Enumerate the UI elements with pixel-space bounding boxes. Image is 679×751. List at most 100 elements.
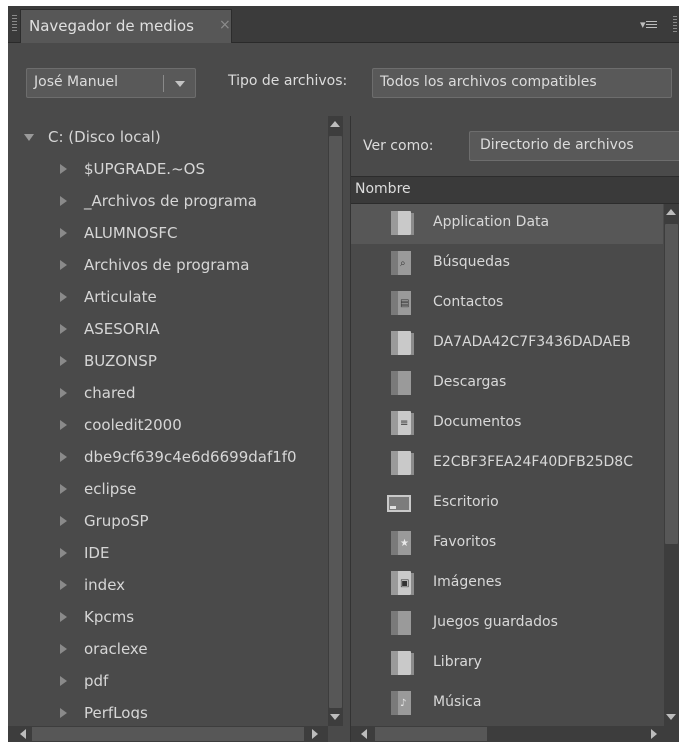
chevron-down-icon[interactable] xyxy=(175,81,185,87)
collapse-triangle-icon[interactable] xyxy=(60,676,67,686)
panel-menu-icon[interactable]: ▾ xyxy=(640,18,657,31)
tree-vertical-scrollbar[interactable] xyxy=(328,116,343,726)
view-as-label: Ver como: xyxy=(363,138,434,154)
collapse-triangle-icon[interactable] xyxy=(60,164,67,174)
list-item[interactable]: ★ Favoritos xyxy=(351,524,663,564)
tree-item[interactable]: Articulate xyxy=(8,284,328,316)
collapse-triangle-icon[interactable] xyxy=(60,644,67,654)
list-item[interactable]: Library xyxy=(351,644,663,684)
list-item[interactable]: ≡ Documentos xyxy=(351,404,663,444)
list-item-label: DA7ADA42C7F3436DADAEB xyxy=(433,334,631,350)
collapse-triangle-icon[interactable] xyxy=(60,484,67,494)
collapse-triangle-icon[interactable] xyxy=(60,548,67,558)
scrollbar-thumb[interactable] xyxy=(329,136,342,708)
favorites-folder-icon: ★ xyxy=(391,531,411,555)
tree-root[interactable]: C: (Disco local) xyxy=(8,124,328,156)
user-select[interactable]: José Manuel xyxy=(26,68,196,98)
tree-item[interactable]: dbe9cf639c4e6d6699daf1f0 xyxy=(8,444,328,476)
search-folder-icon: ⌕ xyxy=(391,251,411,275)
collapse-triangle-icon[interactable] xyxy=(60,452,67,462)
scroll-left-icon[interactable] xyxy=(361,729,367,739)
tree-item[interactable]: _Archivos de programa xyxy=(8,188,328,220)
tree-item[interactable]: GrupoSP xyxy=(8,508,328,540)
tree-item[interactable]: chared xyxy=(8,380,328,412)
collapse-triangle-icon[interactable] xyxy=(60,196,67,206)
file-list-horizontal-scrollbar[interactable] xyxy=(351,726,679,742)
tree-item-label: Articulate xyxy=(84,288,157,306)
media-browser-panel: Navegador de medios × ▾ José Manuel Tipo… xyxy=(8,6,679,742)
list-item[interactable]: Application Data xyxy=(351,204,663,244)
tree-item-label: ASESORIA xyxy=(84,320,160,338)
scroll-left-icon[interactable] xyxy=(20,729,26,739)
tree-item[interactable]: ASESORIA xyxy=(8,316,328,348)
list-item-label: Descargas xyxy=(433,374,507,390)
tree-item[interactable]: pdf xyxy=(8,668,328,700)
scrollbar-thumb[interactable] xyxy=(32,727,304,741)
scroll-right-icon[interactable] xyxy=(312,729,318,739)
tree-item-label: IDE xyxy=(84,544,110,562)
list-item[interactable]: Descargas xyxy=(351,364,663,404)
tree-item[interactable]: PerfLogs xyxy=(8,700,328,719)
panel-right-grip-icon[interactable] xyxy=(673,16,677,34)
collapse-triangle-icon[interactable] xyxy=(60,388,67,398)
file-list-vertical-scrollbar[interactable] xyxy=(664,204,679,726)
collapse-triangle-icon[interactable] xyxy=(60,420,67,430)
folder-tree: C: (Disco local) $UPGRADE.~OS _Archivos … xyxy=(8,116,350,719)
list-item[interactable]: ⌕ Búsquedas xyxy=(351,244,663,284)
scroll-right-icon[interactable] xyxy=(651,729,657,739)
collapse-triangle-icon[interactable] xyxy=(60,324,67,334)
tree-item-label: index xyxy=(84,576,126,594)
tree-item[interactable]: Kpcms xyxy=(8,604,328,636)
list-item[interactable]: ♪ Música xyxy=(351,684,663,718)
tree-root-label: C: (Disco local) xyxy=(48,128,161,146)
tree-item[interactable]: cooledit2000 xyxy=(8,412,328,444)
list-item-label: Library xyxy=(433,654,482,670)
file-type-select[interactable]: Todos los archivos compatibles xyxy=(372,68,672,98)
tree-item[interactable]: index xyxy=(8,572,328,604)
tree-item[interactable]: eclipse xyxy=(8,476,328,508)
tree-item-label: chared xyxy=(84,384,136,402)
expand-triangle-icon[interactable] xyxy=(24,134,34,141)
column-header-name[interactable]: Nombre xyxy=(351,176,679,204)
scroll-up-icon[interactable] xyxy=(666,209,676,215)
collapse-triangle-icon[interactable] xyxy=(60,292,67,302)
saved-games-folder-icon xyxy=(391,611,411,635)
collapse-triangle-icon[interactable] xyxy=(60,228,67,238)
collapse-triangle-icon[interactable] xyxy=(60,516,67,526)
scroll-up-icon[interactable] xyxy=(330,121,340,127)
tree-item[interactable]: oraclexe xyxy=(8,636,328,668)
tree-horizontal-scrollbar[interactable] xyxy=(8,726,328,742)
tree-item[interactable]: Archivos de programa xyxy=(8,252,328,284)
music-folder-icon: ♪ xyxy=(391,691,411,715)
scroll-down-icon[interactable] xyxy=(666,714,676,720)
collapse-triangle-icon[interactable] xyxy=(60,356,67,366)
tree-item[interactable]: BUZONSP xyxy=(8,348,328,380)
folder-icon xyxy=(391,451,414,475)
scroll-down-icon[interactable] xyxy=(330,714,340,720)
collapse-triangle-icon[interactable] xyxy=(60,708,67,718)
tree-item[interactable]: $UPGRADE.~OS xyxy=(8,156,328,188)
tree-item[interactable]: ALUMNOSFC xyxy=(8,220,328,252)
list-item-label: Juegos guardados xyxy=(433,614,558,630)
folder-icon xyxy=(391,651,414,675)
list-item[interactable]: Escritorio xyxy=(351,484,663,524)
collapse-triangle-icon[interactable] xyxy=(60,612,67,622)
tree-item[interactable]: IDE xyxy=(8,540,328,572)
scrollbar-thumb[interactable] xyxy=(665,224,678,544)
list-item[interactable]: ▣ Imágenes xyxy=(351,564,663,604)
scrollbar-thumb[interactable] xyxy=(375,727,487,741)
list-item[interactable]: ▤ Contactos xyxy=(351,284,663,324)
list-item[interactable]: Juegos guardados xyxy=(351,604,663,644)
select-separator xyxy=(163,75,164,92)
tree-item-label: _Archivos de programa xyxy=(84,192,257,210)
list-item-label: Escritorio xyxy=(433,494,499,510)
collapse-triangle-icon[interactable] xyxy=(60,580,67,590)
close-icon[interactable]: × xyxy=(219,17,231,33)
list-item[interactable]: DA7ADA42C7F3436DADAEB xyxy=(351,324,663,364)
list-item[interactable]: E2CBF3FEA24F40DFB25D8C xyxy=(351,444,663,484)
view-as-select[interactable]: Directorio de archivos xyxy=(469,131,679,161)
tree-item-label: cooledit2000 xyxy=(84,416,182,434)
collapse-triangle-icon[interactable] xyxy=(60,260,67,270)
tab-media-browser[interactable]: Navegador de medios × xyxy=(20,9,232,43)
panel-grip-icon[interactable] xyxy=(12,15,17,33)
